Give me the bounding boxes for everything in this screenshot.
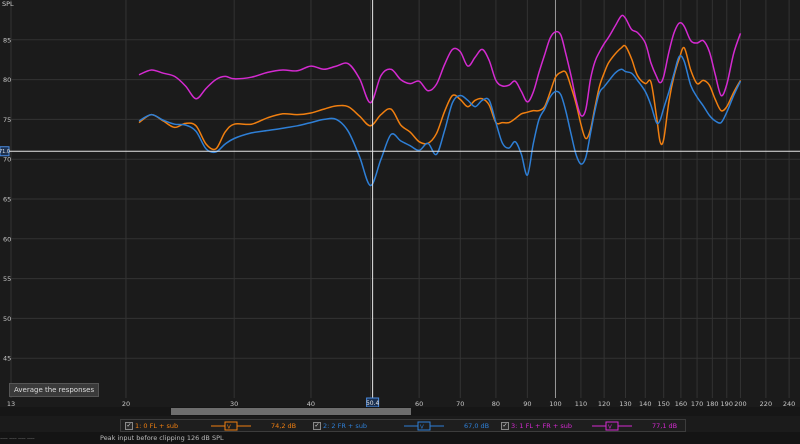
cursor-y-label: 71.0: [0, 149, 10, 155]
status-placeholder: ---- ---- ---- ----: [0, 434, 35, 442]
legend-value-2: 67,0 dB: [464, 422, 490, 430]
y-tick-label: 80: [3, 76, 11, 84]
legend-waveform-icon-1[interactable]: V: [211, 421, 251, 431]
average-responses-button[interactable]: Average the responses: [9, 383, 100, 397]
legend-checkbox-3[interactable]: ✓: [501, 422, 509, 430]
legend-item-2: ✓ 2: 2 FR + sub V 67,0 dB: [309, 420, 499, 432]
y-tick-label: 45: [3, 355, 11, 363]
horizontal-scrollbar[interactable]: [0, 407, 800, 416]
legend-value-3: 77,1 dB: [652, 422, 678, 430]
y-tick-label: 50: [3, 315, 11, 323]
legend-item-1: ✓ 1: 0 FL + sub V 74,2 dB: [121, 420, 311, 432]
svg-text:V: V: [608, 425, 612, 431]
frequency-response-chart[interactable]: 455055606570758085 132030405060708090100…: [0, 0, 800, 444]
svg-text:V: V: [227, 425, 231, 431]
svg-text:V: V: [420, 425, 424, 431]
y-tick-label: 85: [3, 36, 11, 44]
cursor-x-label: 50.4: [366, 400, 380, 407]
chart-background: [0, 0, 800, 444]
legend-waveform-icon-3[interactable]: V: [592, 421, 632, 431]
legend-checkbox-2[interactable]: ✓: [313, 422, 321, 430]
status-bar: ---- ---- ---- ---- Peak input before cl…: [0, 432, 800, 444]
y-tick-label: 60: [3, 235, 11, 243]
y-tick-label: 75: [3, 116, 11, 124]
y-tick-label: 65: [3, 196, 11, 204]
legend-value-1: 74,2 dB: [271, 422, 297, 430]
legend-label-1: 1: 0 FL + sub: [135, 422, 179, 430]
legend-item-3: ✓ 3: 1 FL + FR + sub V 77,1 dB: [497, 420, 687, 432]
y-axis-title: SPL: [2, 0, 14, 8]
legend-checkbox-1[interactable]: ✓: [125, 422, 133, 430]
status-peak-input: Peak input before clipping 126 dB SPL: [100, 434, 224, 442]
y-tick-label: 55: [3, 275, 11, 283]
legend-waveform-icon-2[interactable]: V: [404, 421, 444, 431]
y-tick-label: 70: [3, 156, 11, 164]
scrollbar-thumb[interactable]: [171, 408, 411, 415]
legend: ✓ 1: 0 FL + sub V 74,2 dB ✓ 2: 2 FR + su…: [120, 419, 686, 432]
legend-label-2: 2: 2 FR + sub: [323, 422, 368, 430]
legend-label-3: 3: 1 FL + FR + sub: [511, 422, 572, 430]
